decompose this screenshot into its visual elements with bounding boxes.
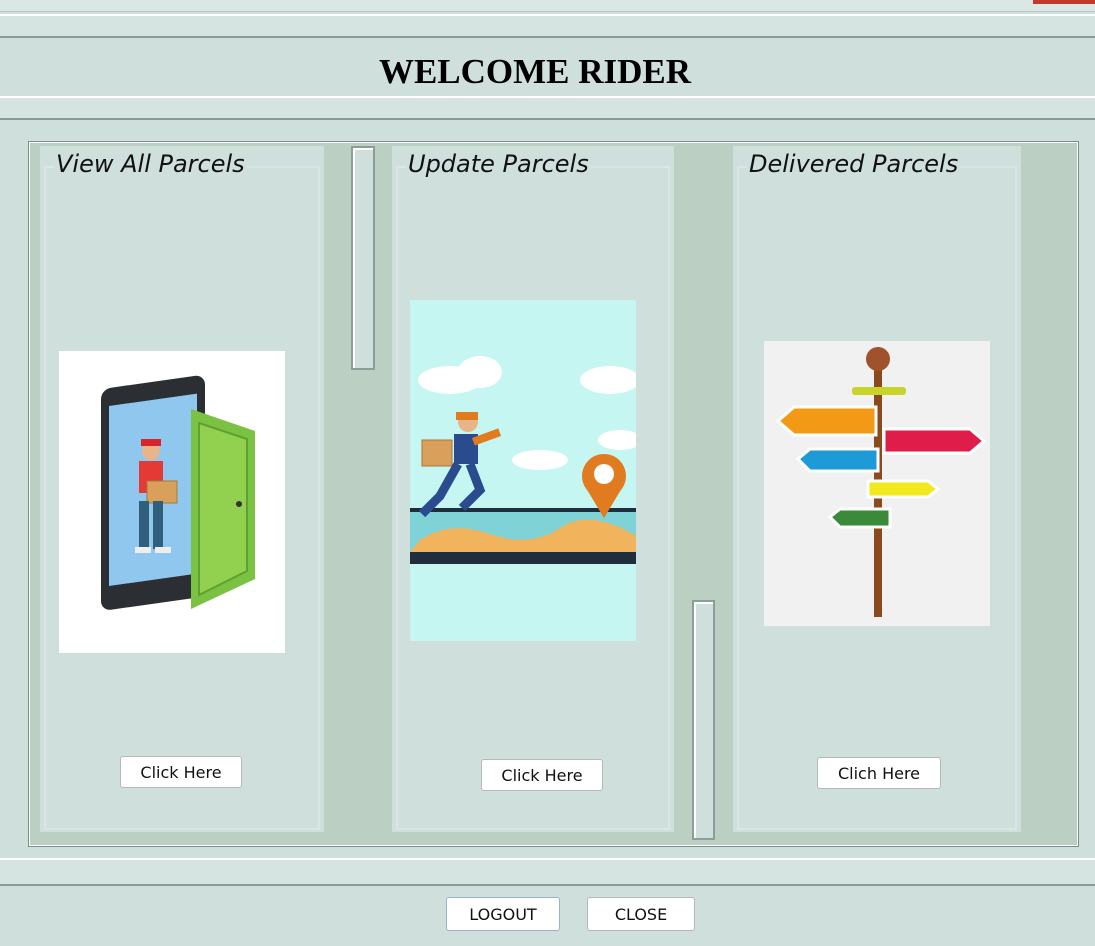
signpost-image — [764, 341, 990, 626]
window-top-strip — [0, 0, 1095, 12]
delivered-parcels-button[interactable]: Clich Here — [817, 757, 941, 789]
footer-separator — [0, 858, 1095, 886]
view-all-parcels-button[interactable]: Click Here — [120, 756, 242, 788]
panel-title: Delivered Parcels — [747, 150, 961, 178]
header-separator-top — [0, 14, 1095, 38]
window-close-corner[interactable] — [1033, 0, 1095, 4]
courier-running-image — [410, 300, 636, 641]
delivery-man-phone-image — [59, 351, 285, 653]
close-button[interactable]: CLOSE — [587, 897, 695, 931]
logout-button[interactable]: LOGOUT — [446, 897, 560, 931]
vertical-scrollbar-thumb-2[interactable] — [692, 600, 715, 840]
panel-title: View All Parcels — [54, 150, 247, 178]
panel-title: Update Parcels — [406, 150, 591, 178]
header-separator-bottom — [0, 98, 1095, 120]
vertical-scrollbar-thumb[interactable] — [351, 146, 375, 370]
page-title: WELCOME RIDER — [378, 52, 692, 91]
update-parcels-button[interactable]: Click Here — [481, 759, 603, 791]
